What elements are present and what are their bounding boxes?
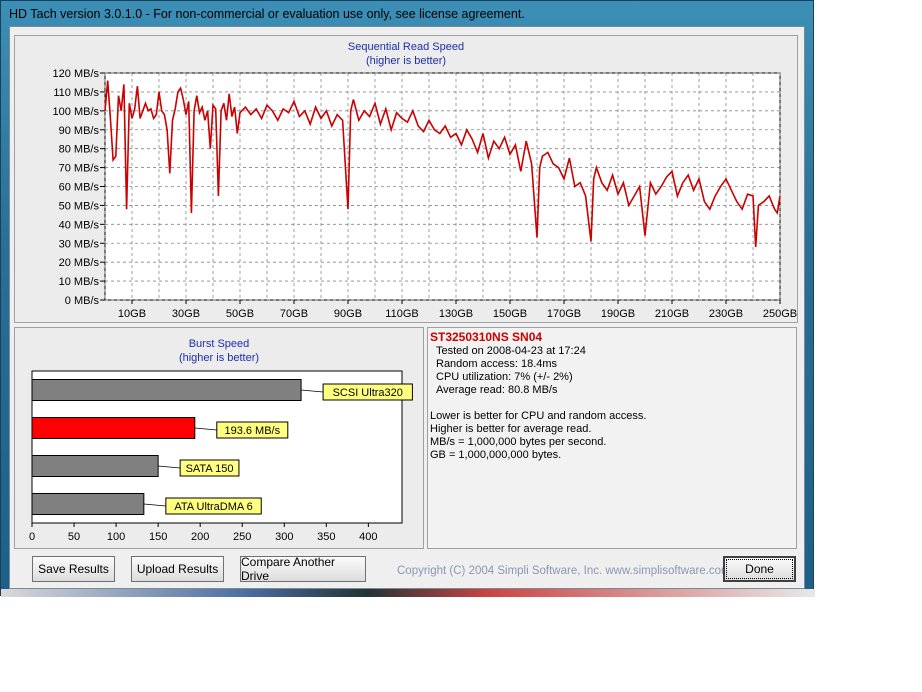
seq-x-tick-label: 190GB [601,308,635,320]
burst-x-tick-label: 200 [191,531,209,543]
burst-x-tick-label: 0 [29,531,35,543]
save-results-button[interactable]: Save Results [32,556,115,582]
drive-info-panel: ST3250310NS SN04 Tested on 2008-04-23 at… [427,327,797,549]
note-average-read: Higher is better for average read. [430,423,592,435]
burst-bar-label: SCSI Ultra320 [333,387,403,399]
burst-bar [31,417,196,439]
seq-y-tick-label: 60 MB/s [59,182,100,194]
seq-y-tick-label: 110 MB/s [53,87,99,99]
seq-y-tick-label: 40 MB/s [59,219,100,231]
seq-x-tick-label: 90GB [334,308,362,320]
seq-x-tick-label: 150GB [493,308,527,320]
burst-x-tick-label: 100 [107,531,125,543]
seq-x-tick-label: 110GB [385,308,418,320]
seq-y-tick-label: 90 MB/s [59,125,100,137]
burst-bar-label: SATA 150 [186,463,234,475]
desktop-background-strip [1,589,815,597]
seq-x-tick-label: 70GB [280,308,308,320]
sequential-read-chart: 0 MB/s 10 MB/s 20 MB/s 30 MB/s 40 MB/s 50 MB/… [53,68,797,320]
client-area: Sequential Read Speed (higher is better)… [9,26,805,589]
note-cpu: Lower is better for CPU and random acces… [430,410,647,422]
burst-x-tick-label: 300 [275,531,293,543]
seq-y-tick-label: 70 MB/s [59,163,100,175]
burst-x-tick-label: 400 [359,531,377,543]
window-title: HD Tach version 3.0.1.0 - For non-commer… [9,7,525,21]
burst-bar [31,493,145,515]
seq-x-tick-label: 50GB [226,308,254,320]
seq-y-tick-label: 20 MB/s [59,257,100,269]
done-button[interactable]: Done [723,556,796,582]
seq-y-tick-label: 10 MB/s [59,276,100,288]
average-read: Average read: 80.8 MB/s [436,384,558,396]
drive-model: ST3250310NS SN04 [430,330,543,344]
tested-on: Tested on 2008-04-23 at 17:24 [436,345,586,357]
seq-x-tick-label: 130GB [439,308,473,320]
compare-another-drive-button[interactable]: Compare Another Drive [240,555,366,583]
burst-x-tick-label: 50 [68,531,80,543]
seq-y-tick-label: 120 MB/s [53,68,100,80]
random-access: Random access: 18.4ms [436,358,558,370]
upload-results-button[interactable]: Upload Results [131,556,224,582]
burst-x-tick-label: 350 [317,531,335,543]
burst-bar-label: ATA UltraDMA 6 [174,501,252,513]
copyright-text: Copyright (C) 2004 Simpli Software, Inc.… [397,565,731,577]
seq-y-tick-label: 50 MB/s [59,200,100,212]
note-gb: GB = 1,000,000,000 bytes. [430,449,562,461]
burst-bar [31,379,302,401]
seq-x-tick-label: 210GB [655,308,689,320]
burst-x-tick-label: 150 [149,531,167,543]
seq-x-tick-label: 250GB [763,308,797,320]
seq-y-tick-label: 80 MB/s [59,144,100,156]
seq-x-tick-label: 230GB [709,308,743,320]
cpu-utilization: CPU utilization: 7% (+/- 2%) [436,371,573,383]
seq-x-tick-label: 170GB [547,308,581,320]
burst-speed-chart: 0 50 100 150 200 250 300 350 400 SCSI Ultra320 193… [29,370,413,543]
burst-bar [31,455,159,477]
app-window: HD Tach version 3.0.1.0 - For non-commer… [0,0,815,597]
burst-bar-label: 193.6 MB/s [224,425,280,437]
burst-speed-panel: Burst Speed (higher is better) 0 50 100 150… [14,327,424,549]
seq-y-tick-label: 100 MB/s [53,106,100,118]
seq-x-tick-label: 30GB [172,308,200,320]
burst-x-tick-label: 250 [233,531,251,543]
seq-y-tick-label: 30 MB/s [59,238,100,250]
seq-x-tick-label: 10GB [118,308,146,320]
sequential-read-panel: Sequential Read Speed (higher is better)… [14,35,798,323]
note-mbps: MB/s = 1,000,000 bytes per second. [430,436,607,448]
seq-y-tick-label: 0 MB/s [65,295,100,307]
